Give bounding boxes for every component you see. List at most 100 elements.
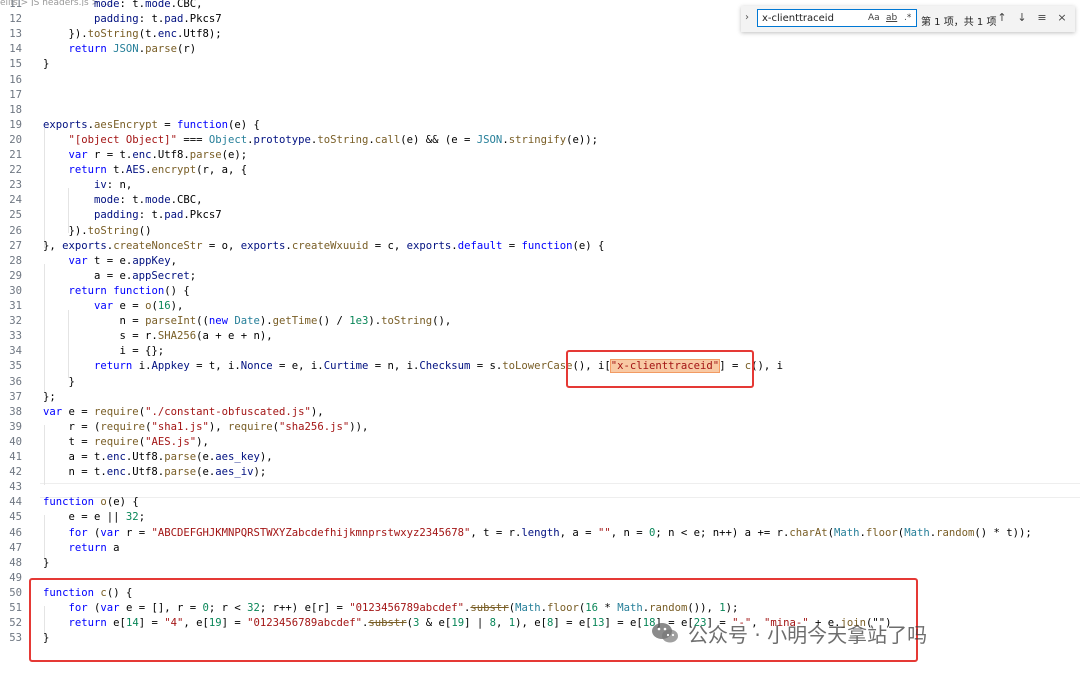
code-text[interactable]: "[object Object]" === Object.prototype.t… — [43, 133, 598, 148]
line-number: 16 — [9, 73, 22, 86]
code-line[interactable]: 29 a = e.appSecret; — [0, 269, 1080, 284]
code-text[interactable]: return JSON.parse(r) — [43, 42, 197, 57]
code-token: n = — [43, 315, 146, 328]
code-line[interactable]: 15} — [0, 57, 1080, 72]
arrow-up-icon[interactable]: ↑ — [995, 11, 1009, 25]
code-token: createNonceStr — [113, 239, 203, 252]
code-line[interactable]: 42 n = t.enc.Utf8.parse(e.aes_iv); — [0, 465, 1080, 480]
filter-lines-icon[interactable]: ≡ — [1035, 11, 1049, 25]
code-text[interactable]: }; — [43, 390, 56, 405]
code-line[interactable]: 33 s = r.SHA256(a + e + n), — [0, 329, 1080, 344]
code-line[interactable]: 36 } — [0, 375, 1080, 390]
code-text[interactable]: }).toString(t.enc.Utf8); — [43, 27, 222, 42]
code-token: Checksum — [419, 360, 471, 373]
code-line[interactable]: 24 mode: t.mode.CBC, — [0, 193, 1080, 208]
code-token: .CBC, — [170, 0, 203, 10]
code-token: }, — [43, 239, 63, 252]
line-number: 30 — [9, 284, 22, 297]
code-line[interactable]: 32 n = parseInt((new Date).getTime() / 1… — [0, 314, 1080, 329]
code-line[interactable]: 37}; — [0, 390, 1080, 405]
whole-word-toggle[interactable]: ab — [886, 13, 897, 23]
code-token: Date — [234, 315, 260, 328]
code-line[interactable]: 44 function o(e) { — [0, 495, 1080, 510]
code-line[interactable]: 40 t = require("AES.js"), — [0, 435, 1080, 450]
code-text[interactable]: s = r.SHA256(a + e + n), — [43, 329, 273, 344]
line-number: 19 — [9, 118, 22, 131]
code-line[interactable]: 46 for (var r = "ABCDEFGHJKMNPQRSTWXYZab… — [0, 526, 1080, 541]
code-line[interactable]: 48} — [0, 556, 1080, 571]
code-text[interactable]: r = (require("sha1.js"), require("sha256… — [43, 420, 369, 435]
line-number: 35 — [9, 360, 22, 373]
code-text[interactable]: var e = require("./constant-obfuscated.j… — [43, 405, 324, 420]
code-text[interactable]: a = t.enc.Utf8.parse(e.aes_key), — [43, 450, 273, 465]
code-line[interactable]: 25 padding: t.pad.Pkcs7 — [0, 208, 1080, 223]
code-line[interactable]: 28 var t = e.appKey, — [0, 254, 1080, 269]
code-text[interactable]: return function() { — [43, 284, 190, 299]
code-line[interactable]: 39 r = (require("sha1.js"), require("sha… — [0, 420, 1080, 435]
chevron-right-icon[interactable]: › — [745, 12, 755, 26]
code-token: ). — [368, 315, 382, 328]
regex-toggle[interactable]: .* — [904, 13, 911, 23]
code-line[interactable]: 30 return function() { — [0, 284, 1080, 299]
code-text[interactable]: return t.AES.encrypt(r, a, { — [43, 163, 248, 178]
code-token: , — [170, 254, 177, 267]
code-text[interactable]: padding: t.pad.Pkcs7 — [43, 12, 222, 27]
code-line[interactable]: 45 e = e || 32; — [0, 510, 1080, 525]
code-line[interactable]: 27}, exports.createNonceStr = o, exports… — [0, 239, 1080, 254]
code-text[interactable]: function o(e) { — [43, 495, 139, 510]
code-text[interactable]: t = require("AES.js"), — [43, 435, 209, 450]
code-line[interactable]: 31 var e = o(16), — [0, 299, 1080, 314]
code-line[interactable]: 43 — [0, 480, 1080, 495]
code-line[interactable]: 21 var r = t.enc.Utf8.parse(e); — [0, 148, 1080, 163]
code-line[interactable]: 26 }).toString() — [0, 224, 1080, 239]
code-text[interactable]: var e = o(16), — [43, 299, 183, 314]
code-text[interactable]: } — [43, 556, 49, 571]
line-number: 12 — [9, 13, 22, 26]
code-line[interactable]: 35 return i.Appkey = t, i.Nonce = e, i.C… — [0, 359, 1080, 374]
code-line[interactable]: 47 return a — [0, 541, 1080, 556]
code-token: exports — [240, 239, 286, 252]
code-line[interactable]: 17 — [0, 88, 1080, 103]
code-text[interactable]: var t = e.appKey, — [43, 254, 177, 269]
close-icon[interactable]: × — [1055, 11, 1069, 25]
code-line[interactable]: 23 iv: n, — [0, 178, 1080, 193]
code-line[interactable]: 20 "[object Object]" === Object.prototyp… — [0, 133, 1080, 148]
code-text[interactable]: } — [43, 57, 49, 72]
code-text[interactable]: exports.aesEncrypt = function(e) { — [43, 118, 260, 133]
code-text[interactable]: i = {}; — [43, 344, 165, 359]
code-line[interactable]: 18 — [0, 103, 1080, 118]
code-text[interactable]: }, exports.createNonceStr = o, exports.c… — [43, 239, 604, 254]
code-text[interactable]: e = e || 32; — [43, 510, 146, 525]
code-text[interactable]: } — [43, 375, 75, 390]
arrow-down-icon[interactable]: ↓ — [1015, 11, 1029, 25]
code-line[interactable]: 19 exports.aesEncrypt = function(e) { — [0, 118, 1080, 133]
code-text[interactable]: return a — [43, 541, 120, 556]
code-text[interactable]: for (var r = "ABCDEFGHJKMNPQRSTWXYZabcde… — [43, 526, 1032, 541]
code-text[interactable]: iv: n, — [43, 178, 132, 193]
code-text[interactable]: mode: t.mode.CBC, — [43, 193, 202, 208]
code-line[interactable]: 41 a = t.enc.Utf8.parse(e.aes_key), — [0, 450, 1080, 465]
match-case-toggle[interactable]: Aa — [868, 13, 880, 23]
code-text[interactable]: a = e.appSecret; — [43, 269, 196, 284]
code-text[interactable]: mode: t.mode.CBC, — [43, 0, 202, 12]
code-line[interactable]: 16 — [0, 73, 1080, 88]
code-editor[interactable]: ellis > JS headers.js > ... 11 mode: t.m… — [0, 0, 1080, 676]
code-line[interactable]: 14 return JSON.parse(r) — [0, 42, 1080, 57]
code-text[interactable]: n = t.enc.Utf8.parse(e.aes_iv); — [43, 465, 267, 480]
code-token: toString — [87, 224, 139, 237]
code-line[interactable]: 38 var e = require("./constant-obfuscated… — [0, 405, 1080, 420]
code-line[interactable]: 22 return t.AES.encrypt(r, a, { — [0, 163, 1080, 178]
code-text[interactable]: padding: t.pad.Pkcs7 — [43, 208, 222, 223]
code-token: : t. — [119, 0, 146, 10]
code-text[interactable]: var r = t.enc.Utf8.parse(e); — [43, 148, 248, 163]
code-token: var — [68, 254, 88, 267]
code-token: , n = — [610, 526, 649, 539]
line-number: 17 — [9, 88, 22, 101]
code-token: iv — [94, 179, 107, 192]
code-text[interactable]: }).toString() — [43, 224, 152, 239]
code-line[interactable]: 34 i = {}; — [0, 344, 1080, 359]
code-text[interactable]: n = parseInt((new Date).getTime() / 1e3)… — [43, 314, 452, 329]
